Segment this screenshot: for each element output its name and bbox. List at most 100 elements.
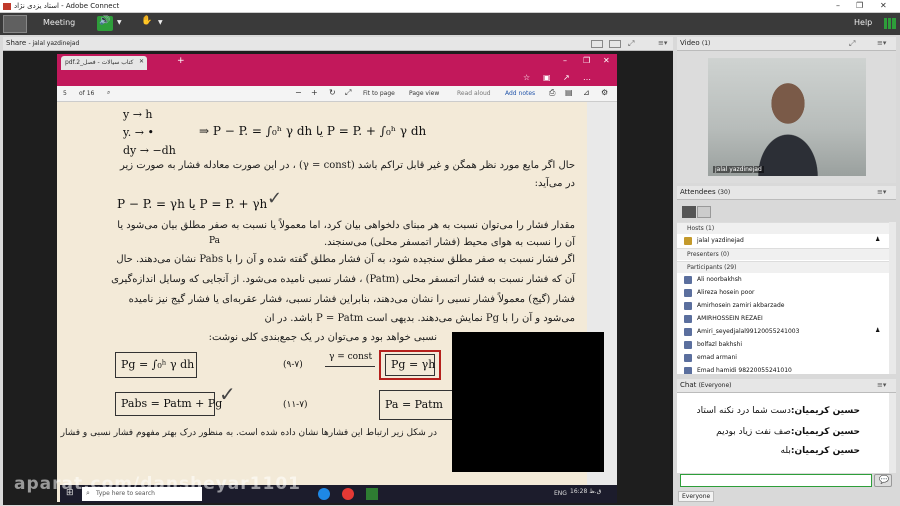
zoom-in-icon[interactable]: + xyxy=(311,88,318,97)
list-item[interactable]: Amirhosein zamiri akbarzade xyxy=(677,300,887,312)
list-item[interactable]: Emad hamidi 98220055241010 xyxy=(677,365,887,374)
text-line-9: نسبی خواهد بود و می‌توان در یک جمع‌بندی … xyxy=(208,332,437,343)
text-line-7: فشار (گیج) معمولاً فشار نسبی را نشان می‌… xyxy=(128,294,575,305)
video-pod-header: Video (1) ⤢ ≡▾ xyxy=(677,37,896,51)
browser-tab-strip: pdf.2_کتاب سیالات - فصل ✕ + – ❐ ✕ xyxy=(57,54,617,70)
chat-pod-header: Chat (Everyone) ≡▾ xyxy=(677,379,896,393)
list-item[interactable]: Amiri_seyedjalal99120055241003 ♟ xyxy=(677,326,887,338)
excel-icon[interactable] xyxy=(366,488,378,500)
equation-y0: y. → • xyxy=(123,126,154,139)
expand-icon[interactable]: ⤢ xyxy=(628,39,634,49)
more-icon[interactable]: … xyxy=(583,73,591,82)
webcam-name-label: jalal yazdinejad xyxy=(713,166,764,173)
list-item[interactable]: emad armani xyxy=(677,352,887,364)
video-label: Video xyxy=(680,39,700,47)
user-icon xyxy=(684,276,692,284)
pdf-toolbar: 5 of 16 ⌕ − + ↻ ⤢ Fit to page Page view … xyxy=(57,86,617,102)
chat-bubble-icon: 💬 xyxy=(879,475,889,484)
participants-group[interactable]: Participants (29) xyxy=(677,261,889,273)
raise-hand-icon[interactable]: ✋ xyxy=(139,16,155,31)
search-icon[interactable]: ⌕ xyxy=(107,89,110,97)
menu-help[interactable]: Help xyxy=(854,18,872,27)
presenter-name: - jalal yazdinejad xyxy=(28,40,80,47)
chat-message: حسین کریمیان:دست شما درد نکنه استاد xyxy=(696,406,860,416)
minimize-icon[interactable]: – xyxy=(836,1,840,10)
browser-tab[interactable]: pdf.2_کتاب سیالات - فصل ✕ xyxy=(61,56,147,70)
status-view-icon[interactable] xyxy=(697,206,711,218)
print-icon[interactable]: ⎙ xyxy=(549,88,555,98)
edge-icon[interactable] xyxy=(318,488,330,500)
user-icon xyxy=(684,341,692,349)
zoom-out-icon[interactable]: − xyxy=(295,88,302,97)
occluding-black-rectangle xyxy=(452,332,604,472)
microphone-icon: ♟ xyxy=(875,327,881,334)
attendee-scrollbar[interactable] xyxy=(889,222,896,374)
chat-message: حسین کریمیان:صف نفت زیاد بودیم xyxy=(716,427,860,437)
pod-menu-icon[interactable]: ≡▾ xyxy=(877,381,886,389)
language-indicator[interactable]: ENG xyxy=(554,490,567,497)
hosts-group[interactable]: Hosts (1) xyxy=(677,222,889,234)
read-aloud-button[interactable]: Read aloud xyxy=(457,90,491,97)
user-icon xyxy=(684,289,692,297)
new-tab-icon[interactable]: + xyxy=(177,56,185,66)
fit-to-page-button[interactable]: Fit to page xyxy=(363,90,395,97)
list-item[interactable]: bolfazl bakhshi xyxy=(677,339,887,351)
chat-input[interactable] xyxy=(680,474,872,487)
fit-icon[interactable]: ⤢ xyxy=(345,88,351,98)
tab-title: pdf.2_کتاب سیالات - فصل xyxy=(65,59,134,66)
page-view-button[interactable]: Page view xyxy=(409,90,439,97)
maximize-icon[interactable]: ❐ xyxy=(856,1,863,10)
connect-logo-icon xyxy=(3,15,27,33)
close-icon[interactable]: ✕ xyxy=(139,58,144,65)
presenters-group[interactable]: Presenters (0) xyxy=(677,248,889,260)
layout-icon[interactable] xyxy=(591,40,603,48)
maximize-icon[interactable]: ❐ xyxy=(583,56,590,65)
equation-pg-integral: Pg = ∫₀ʰ γ dh xyxy=(121,358,195,371)
list-item[interactable]: Alireza hosein poor xyxy=(677,287,887,299)
browser-toolbar: ☆ ▣ ↗ … xyxy=(57,70,617,86)
speaker-icon[interactable]: 🔊 xyxy=(97,16,113,31)
send-button[interactable]: 💬 xyxy=(874,474,892,487)
list-item[interactable]: Ali noorbakhsh xyxy=(677,274,887,286)
close-icon[interactable]: ✕ xyxy=(880,1,887,10)
pod-menu-icon[interactable]: ≡▾ xyxy=(877,39,886,47)
settings-icon[interactable]: ⚙ xyxy=(601,88,608,97)
equation-pg-gh: Pg = γh xyxy=(391,358,436,371)
video-count: (1) xyxy=(701,40,711,47)
chrome-icon[interactable] xyxy=(342,488,354,500)
menu-meeting[interactable]: Meeting xyxy=(43,18,75,27)
chevron-down-icon[interactable]: ▼ xyxy=(117,19,122,26)
add-notes-button[interactable]: Add notes xyxy=(505,90,535,97)
fullscreen-icon[interactable] xyxy=(609,40,621,48)
pin-icon[interactable]: ⊿ xyxy=(583,88,590,97)
list-view-icon[interactable] xyxy=(682,206,696,218)
presenter-silhouette xyxy=(758,83,818,176)
save-icon[interactable]: ▤ xyxy=(565,88,573,97)
pod-menu-icon[interactable]: ≡▾ xyxy=(877,188,886,196)
list-item[interactable]: AMIRHOSSEIN REZAEI xyxy=(677,313,887,325)
attendee-list: Hosts (1) jalal yazdinejad ♟ Presenters (… xyxy=(677,222,896,374)
favorite-icon[interactable]: ☆ xyxy=(523,73,530,82)
chat-label: Chat xyxy=(680,381,697,389)
chat-scrollbar[interactable] xyxy=(889,393,896,473)
minimize-icon[interactable]: – xyxy=(563,56,567,65)
collections-icon[interactable]: ▣ xyxy=(543,73,551,82)
pod-menu-icon[interactable]: ≡▾ xyxy=(658,39,667,47)
chevron-down-icon[interactable]: ▼ xyxy=(158,19,163,26)
page-number-input[interactable]: 5 xyxy=(63,90,67,97)
text-line-6: آن که فشار نسبت به فشار اتمسفر محلی (Pat… xyxy=(111,274,575,285)
signal-strength-icon xyxy=(884,18,896,29)
text-line-4: آن را نسبت به هوای محیط (فشار اتمسفر محل… xyxy=(323,237,575,248)
expand-icon[interactable]: ⤢ xyxy=(849,39,855,49)
close-icon[interactable]: ✕ xyxy=(603,56,610,65)
share-icon[interactable]: ↗ xyxy=(563,73,570,82)
user-icon xyxy=(684,302,692,310)
rotate-icon[interactable]: ↻ xyxy=(329,88,336,97)
text-line-8: می‌شود و آن را با Pg نمایش می‌دهند. بدیه… xyxy=(264,313,575,324)
text-line-2: در می‌آید: xyxy=(534,178,575,189)
list-item[interactable]: jalal yazdinejad ♟ xyxy=(677,235,887,247)
user-icon xyxy=(684,328,692,336)
text-line-5: اگر فشار نسبت به صفر مطلق سنجیده شود، به… xyxy=(116,254,575,265)
chat-target-selector[interactable]: Everyone xyxy=(678,491,714,502)
equation-y-h: y → h xyxy=(123,108,153,121)
